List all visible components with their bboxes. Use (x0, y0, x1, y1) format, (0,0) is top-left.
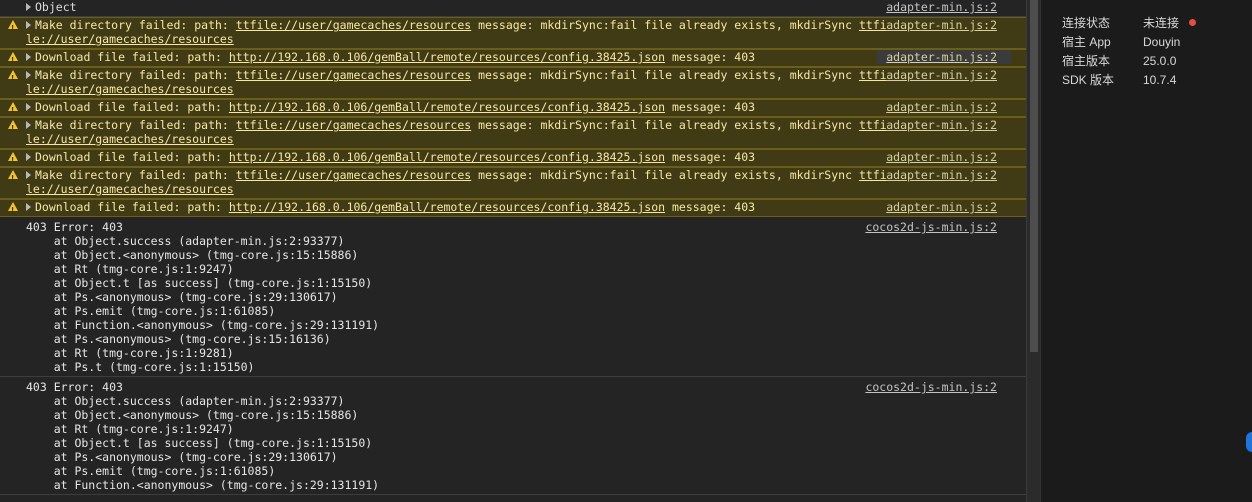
message-text: message: 403 (665, 100, 756, 114)
source-link[interactable]: adapter-min.js:2 (886, 0, 997, 14)
expand-caret-icon[interactable] (26, 53, 31, 61)
source-link[interactable]: adapter-min.js:2 (886, 50, 997, 64)
warning-icon (8, 202, 18, 217)
message-text: 403 Error: 403 at Object.success (adapte… (26, 220, 380, 374)
expand-caret-icon[interactable] (26, 3, 31, 11)
source-link[interactable]: cocos2d-js-min.js:2 (865, 220, 997, 234)
message-link[interactable]: ttfile://user/gamecaches/resources (236, 118, 471, 132)
source-link[interactable]: adapter-min.js:2 (886, 200, 997, 214)
source-link[interactable]: adapter-min.js:2 (886, 168, 997, 182)
console-scrollbar[interactable] (1026, 0, 1040, 502)
expand-caret-icon[interactable] (26, 21, 31, 29)
expand-caret-icon[interactable] (26, 71, 31, 79)
console-error-row[interactable]: 403 Error: 403 at Object.success (adapte… (0, 377, 1026, 495)
info-key: SDK 版本 (1062, 73, 1115, 87)
console-message: Make directory failed: path: ttfile://us… (26, 168, 888, 196)
info-row-connection: 连接状态 未连接 (1062, 14, 1197, 31)
message-text: message: 403 (665, 50, 756, 64)
message-text: Make directory failed: path: (35, 68, 236, 82)
source-link[interactable]: adapter-min.js:2 (886, 150, 997, 164)
console-message: Make directory failed: path: ttfile://us… (26, 18, 888, 46)
expand-caret-icon[interactable] (26, 153, 31, 161)
info-key: 宿主版本 (1062, 54, 1111, 68)
info-value: Douyin (1143, 35, 1181, 49)
message-text: message: mkdirSync:fail file already exi… (471, 68, 859, 82)
source-link[interactable]: adapter-min.js:2 (886, 118, 997, 132)
console-warning-row[interactable]: Download file failed: path: http://192.1… (0, 99, 1026, 117)
warning-icon (8, 52, 18, 67)
console-message: Download file failed: path: http://192.1… (26, 50, 888, 64)
console-message: Download file failed: path: http://192.1… (26, 100, 888, 114)
console-message: Object (26, 0, 888, 14)
source-link[interactable]: adapter-min.js:2 (886, 68, 997, 82)
floating-edge-button[interactable] (1246, 432, 1252, 452)
console-message: Make directory failed: path: ttfile://us… (26, 68, 888, 96)
status-dot-icon (1189, 19, 1197, 26)
message-text: Download file failed: path: (35, 50, 229, 64)
message-text: Make directory failed: path: (35, 18, 236, 32)
info-key: 连接状态 (1062, 16, 1111, 30)
console-error-row[interactable]: 403 Error: 403 at Object.success (adapte… (0, 217, 1026, 377)
message-link[interactable]: ttfile://user/gamecaches/resources (236, 168, 471, 182)
expand-caret-icon[interactable] (26, 103, 31, 111)
expand-caret-icon[interactable] (26, 203, 31, 211)
sidebar-info-panel: 连接状态 未连接 宿主 App Douyin 宿主版本 25.0.0 SDK 版本 10… (1040, 0, 1252, 502)
message-text: Download file failed: path: (35, 150, 229, 164)
message-text: Make directory failed: path: (35, 168, 236, 182)
info-row-host-app: 宿主 App Douyin (1062, 33, 1180, 50)
message-text: message: mkdirSync:fail file already exi… (471, 18, 859, 32)
warning-icon (8, 170, 18, 185)
console-warning-row[interactable]: Make directory failed: path: ttfile://us… (0, 67, 1026, 99)
source-link[interactable]: cocos2d-js-min.js:2 (865, 380, 997, 394)
message-text: Make directory failed: path: (35, 118, 236, 132)
console-message: Download file failed: path: http://192.1… (26, 150, 888, 164)
message-link[interactable]: ttfile://user/gamecaches/resources (236, 68, 471, 82)
warning-icon (8, 102, 18, 117)
info-value: 25.0.0 (1143, 54, 1177, 68)
console-message: Download file failed: path: http://192.1… (26, 200, 888, 214)
warning-icon (8, 120, 18, 135)
info-row-host-version: 宿主版本 25.0.0 (1062, 52, 1176, 69)
message-text: message: 403 (665, 150, 756, 164)
console-warning-row[interactable]: Make directory failed: path: ttfile://us… (0, 17, 1026, 49)
console-message: Make directory failed: path: ttfile://us… (26, 118, 888, 146)
message-text: 403 Error: 403 at Object.success (adapte… (26, 380, 380, 492)
message-link[interactable]: http://192.168.0.106/gemBall/remote/reso… (229, 200, 665, 214)
expand-caret-icon[interactable] (26, 171, 31, 179)
message-link[interactable]: http://192.168.0.106/gemBall/remote/reso… (229, 150, 665, 164)
console-warning-row[interactable]: Make directory failed: path: ttfile://us… (0, 117, 1026, 149)
console-warning-row[interactable]: Download file failed: path: http://192.1… (0, 199, 1026, 217)
info-key: 宿主 App (1062, 35, 1111, 49)
info-value: 10.7.4 (1143, 73, 1177, 87)
console-message: 403 Error: 403 at Object.success (adapte… (26, 380, 888, 492)
console-log-row[interactable]: Object adapter-min.js:2 (0, 0, 1026, 17)
scrollbar-thumb[interactable] (1030, 0, 1038, 352)
source-link[interactable]: adapter-min.js:2 (886, 18, 997, 32)
info-row-sdk-version: SDK 版本 10.7.4 (1062, 71, 1176, 88)
message-text: Object (35, 0, 77, 14)
message-link[interactable]: ttfile://user/gamecaches/resources (236, 18, 471, 32)
warning-icon (8, 152, 18, 167)
message-text: Download file failed: path: (35, 100, 229, 114)
console-warning-row[interactable]: Download file failed: path: http://192.1… (0, 149, 1026, 167)
message-text: message: mkdirSync:fail file already exi… (471, 118, 859, 132)
expand-caret-icon[interactable] (26, 121, 31, 129)
info-value: 未连接 (1143, 16, 1180, 30)
warning-icon (8, 70, 18, 85)
console-message: 403 Error: 403 at Object.success (adapte… (26, 220, 888, 374)
message-text: Download file failed: path: (35, 200, 229, 214)
console-warning-row[interactable]: Make directory failed: path: ttfile://us… (0, 167, 1026, 199)
message-text: message: mkdirSync:fail file already exi… (471, 168, 859, 182)
console-panel: Objectadapter-min.js:2Make directory fai… (0, 0, 1026, 502)
message-link[interactable]: http://192.168.0.106/gemBall/remote/reso… (229, 100, 665, 114)
message-link[interactable]: http://192.168.0.106/gemBall/remote/reso… (229, 50, 665, 64)
message-text: message: 403 (665, 200, 756, 214)
warning-icon (8, 20, 18, 35)
source-link[interactable]: adapter-min.js:2 (886, 100, 997, 114)
console-warning-row[interactable]: Download file failed: path: http://192.1… (0, 49, 1026, 67)
